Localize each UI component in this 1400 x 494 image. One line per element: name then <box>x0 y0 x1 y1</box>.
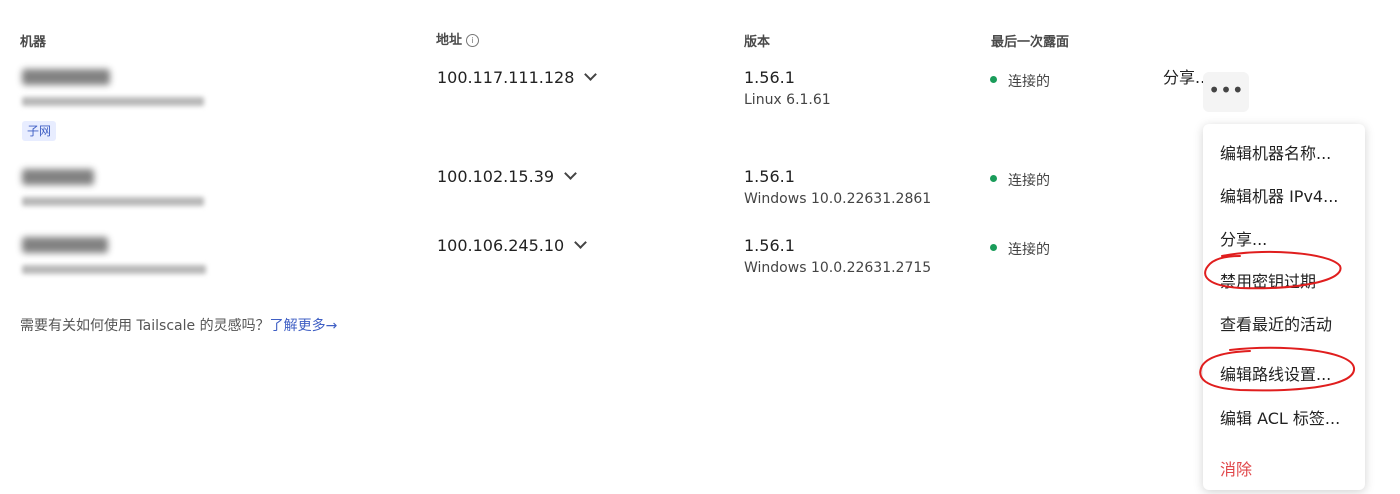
annotation-overlay <box>1199 250 1356 392</box>
annotation-circle-disable-key-expiry <box>1204 250 1342 290</box>
annotation-circle-edit-route-settings <box>1199 346 1356 392</box>
